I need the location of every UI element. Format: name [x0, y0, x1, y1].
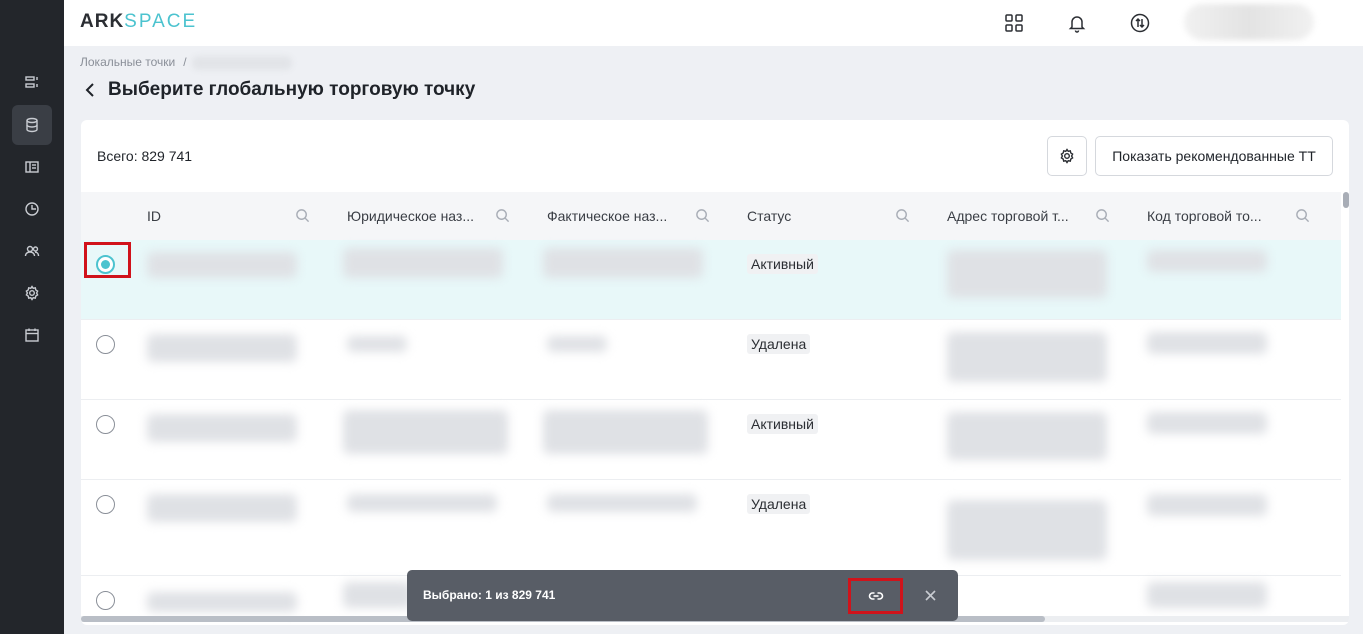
close-snackbar-button[interactable]: [921, 586, 939, 604]
list-icon: [25, 76, 38, 88]
row-radio[interactable]: [96, 415, 115, 434]
id-cell: [147, 334, 297, 362]
table-row[interactable]: Активный: [81, 400, 1341, 480]
link-button[interactable]: [848, 578, 903, 614]
actual-name-cell: [543, 410, 708, 454]
address-cell: [947, 332, 1107, 382]
layout-icon: [25, 161, 39, 173]
sidebar-item-chart[interactable]: [12, 189, 52, 229]
status-badge: Удалена: [747, 334, 811, 354]
sync-button[interactable]: [1128, 11, 1152, 35]
legal-name-cell: [347, 336, 407, 352]
table-settings-button[interactable]: [1047, 136, 1087, 176]
outlet-code-cell: [1147, 582, 1267, 608]
legal-name-cell: [347, 494, 497, 512]
status-badge: Активный: [747, 254, 818, 274]
sync-icon: [1130, 13, 1150, 33]
settings-icon: [25, 285, 39, 301]
search-icon[interactable]: [1295, 208, 1311, 224]
sidebar: [0, 0, 64, 634]
outlets-card: Всего: 829 741 Показать рекомендованные …: [81, 120, 1349, 625]
outlet-code-cell: [1147, 250, 1267, 272]
column-header-actual-name[interactable]: Фактическое наз...: [547, 192, 711, 240]
search-icon[interactable]: [495, 208, 511, 224]
database-icon: [26, 117, 38, 133]
address-cell: [947, 412, 1107, 460]
sidebar-item-database[interactable]: [12, 105, 52, 145]
breadcrumb: Локальные точки /: [80, 55, 292, 70]
status-badge: Удалена: [747, 494, 811, 514]
legal-name-cell: [343, 582, 413, 608]
back-button[interactable]: [82, 80, 102, 100]
legal-name-cell: [343, 248, 503, 278]
close-icon: [924, 589, 936, 601]
status-badge: Активный: [747, 414, 818, 434]
row-radio[interactable]: [96, 255, 115, 274]
apps-grid-button[interactable]: [1002, 11, 1026, 35]
column-header-address[interactable]: Адрес торговой т...: [947, 192, 1111, 240]
actual-name-cell: [547, 336, 607, 352]
id-cell: [147, 494, 297, 522]
row-radio[interactable]: [96, 335, 115, 354]
gear-icon: [1060, 148, 1074, 164]
id-cell: [147, 252, 297, 278]
show-recommended-button[interactable]: Показать рекомендованные ТТ: [1095, 136, 1333, 176]
column-header-legal-name[interactable]: Юридическое наз...: [347, 192, 511, 240]
sidebar-item-settings[interactable]: [12, 273, 52, 313]
chart-icon: [25, 202, 39, 216]
calendar-icon: [25, 328, 39, 342]
breadcrumb-current: [191, 55, 292, 70]
top-header: ARKSPACE: [64, 0, 1363, 46]
page-title-text: Выберите глобальную торговую точку: [108, 79, 476, 100]
back-chevron-icon: [85, 83, 94, 97]
notifications-button[interactable]: [1065, 11, 1089, 35]
table-row[interactable]: Удалена: [81, 320, 1341, 400]
table-header: ID Юридическое наз... Фактическое наз...…: [81, 192, 1341, 240]
column-header-outlet-code[interactable]: Код торговой то...: [1147, 192, 1311, 240]
outlet-code-cell: [1147, 494, 1267, 516]
selection-count: Выбрано: 1 из 829 741: [423, 588, 556, 602]
address-cell: [947, 250, 1107, 298]
id-cell: [147, 592, 297, 612]
sidebar-item-layout[interactable]: [12, 147, 52, 187]
user-profile[interactable]: [1184, 4, 1314, 40]
bell-icon: [1068, 16, 1086, 33]
row-radio[interactable]: [96, 591, 115, 610]
breadcrumb-root[interactable]: Локальные точки: [80, 55, 175, 69]
breadcrumb-separator: /: [183, 55, 187, 69]
selection-snackbar: Выбрано: 1 из 829 741: [407, 570, 958, 621]
column-header-id[interactable]: ID: [147, 192, 311, 240]
table-row[interactable]: Удалена: [81, 480, 1341, 576]
table-row[interactable]: Активный: [81, 240, 1341, 320]
actual-name-cell: [547, 494, 697, 512]
address-cell: [947, 500, 1107, 560]
search-icon[interactable]: [895, 208, 911, 224]
apps-grid-icon: [1005, 14, 1023, 32]
app-logo[interactable]: ARKSPACE: [80, 11, 197, 33]
actual-name-cell: [543, 248, 703, 278]
page-title: Выберите глобальную торговую точку: [82, 79, 475, 101]
sidebar-item-users[interactable]: [12, 231, 52, 271]
users-icon: [24, 245, 40, 257]
sidebar-item-list[interactable]: [12, 62, 52, 102]
outlet-code-cell: [1147, 332, 1267, 354]
row-radio[interactable]: [96, 495, 115, 514]
link-icon: [868, 592, 883, 600]
search-icon[interactable]: [1095, 208, 1111, 224]
total-count: Всего: 829 741: [97, 148, 193, 164]
vertical-scrollbar[interactable]: [1343, 192, 1349, 208]
outlet-code-cell: [1147, 412, 1267, 434]
search-icon[interactable]: [295, 208, 311, 224]
search-icon[interactable]: [695, 208, 711, 224]
id-cell: [147, 414, 297, 442]
column-header-status[interactable]: Статус: [747, 192, 911, 240]
sidebar-item-calendar[interactable]: [12, 315, 52, 355]
legal-name-cell: [343, 410, 508, 454]
